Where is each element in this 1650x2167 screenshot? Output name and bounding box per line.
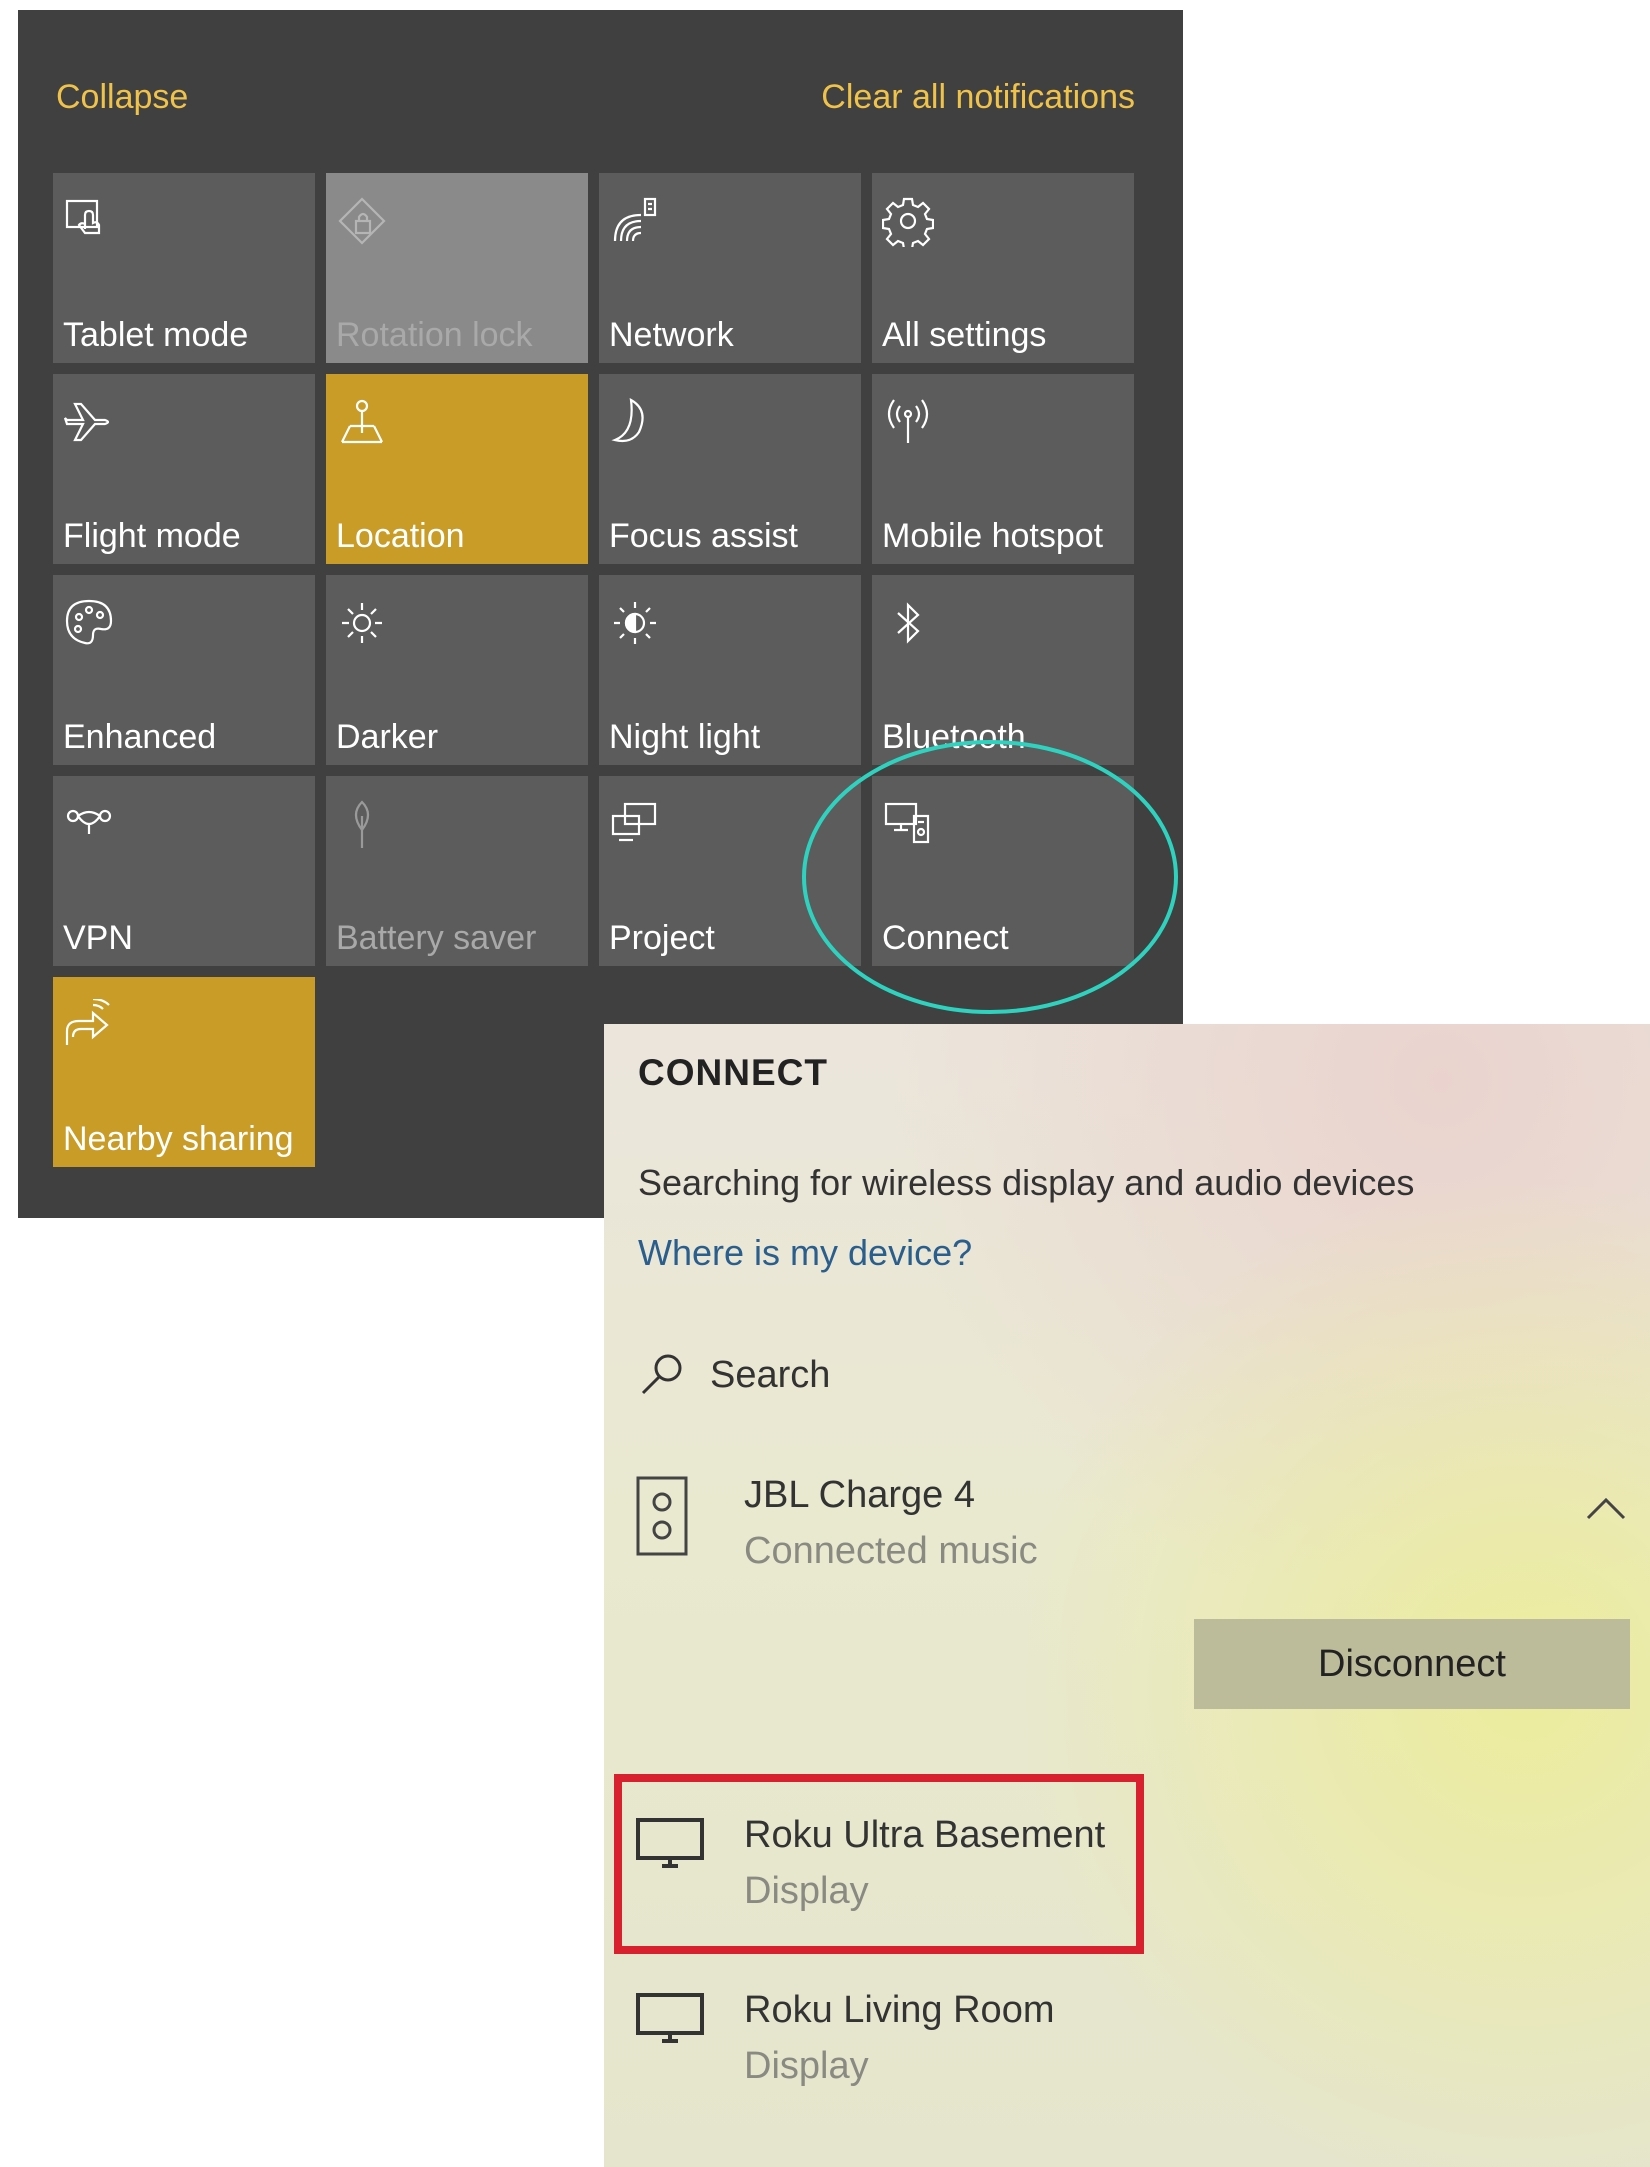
- tile-label: Project: [609, 919, 715, 957]
- tile-label: Darker: [336, 718, 439, 756]
- airplane-icon: [63, 396, 115, 448]
- moon-icon: [609, 396, 661, 448]
- connect-status-text: Searching for wireless display and audio…: [638, 1162, 1415, 1203]
- nearby-sharing-icon: [63, 999, 115, 1051]
- tile-label: Night light: [609, 718, 761, 756]
- tile-project[interactable]: Project: [599, 776, 861, 966]
- tile-label: Flight mode: [63, 517, 241, 555]
- gear-icon: [882, 195, 934, 247]
- tile-label: Focus assist: [609, 517, 798, 555]
- tile-label: Network: [609, 316, 734, 354]
- tile-label: Battery saver: [336, 919, 537, 957]
- connect-title: CONNECT: [638, 1052, 828, 1093]
- tile-mobile-hotspot[interactable]: Mobile hotspot: [872, 374, 1134, 564]
- monitor-icon: [636, 1818, 704, 1868]
- brightness-icon: [336, 597, 388, 649]
- tile-label: Tablet mode: [63, 316, 249, 354]
- tile-label: Mobile hotspot: [882, 517, 1104, 555]
- connect-icon: [882, 798, 934, 850]
- tile-nearby-sharing[interactable]: Nearby sharing: [53, 977, 315, 1167]
- tile-battery-saver[interactable]: Battery saver: [326, 776, 588, 966]
- chevron-up-icon[interactable]: [1584, 1494, 1628, 1524]
- night-light-icon: [609, 597, 661, 649]
- clear-all-notifications-link[interactable]: Clear all notifications: [821, 78, 1135, 117]
- device-item-jbl-charge-4[interactable]: JBL Charge 4 Connected music: [634, 1474, 1614, 1584]
- search-label: Search: [710, 1354, 831, 1396]
- bluetooth-icon: [882, 597, 934, 649]
- tile-label: All settings: [882, 316, 1047, 354]
- tile-label: Bluetooth: [882, 718, 1026, 756]
- tile-connect[interactable]: Connect: [872, 776, 1134, 966]
- collapse-link[interactable]: Collapse: [56, 78, 188, 117]
- tile-label: Nearby sharing: [63, 1120, 294, 1158]
- hotspot-icon: [882, 396, 934, 448]
- vpn-icon: [63, 798, 115, 850]
- tile-darker[interactable]: Darker: [326, 575, 588, 765]
- device-name: Roku Living Room: [744, 1989, 1055, 2031]
- device-type: Display: [744, 1870, 869, 1912]
- tile-label: Enhanced: [63, 718, 217, 756]
- device-item-roku-living-room[interactable]: Roku Living Room Display: [634, 1989, 1154, 2099]
- location-icon: [336, 396, 388, 448]
- palette-icon: [63, 597, 115, 649]
- tile-rotation-lock[interactable]: Rotation lock: [326, 173, 588, 363]
- device-item-roku-ultra-basement[interactable]: Roku Ultra Basement Display: [634, 1814, 1154, 1924]
- device-type: Display: [744, 2045, 869, 2087]
- tile-all-settings[interactable]: All settings: [872, 173, 1134, 363]
- rotation-lock-icon: [336, 195, 388, 247]
- monitor-icon: [636, 1993, 704, 2043]
- tile-enhanced[interactable]: Enhanced: [53, 575, 315, 765]
- connect-panel: CONNECT Searching for wireless display a…: [604, 1024, 1650, 2167]
- tile-bluetooth[interactable]: Bluetooth: [872, 575, 1134, 765]
- tile-label: Connect: [882, 919, 1009, 957]
- tile-flight-mode[interactable]: Flight mode: [53, 374, 315, 564]
- disconnect-button[interactable]: Disconnect: [1194, 1619, 1630, 1709]
- tile-network[interactable]: Network: [599, 173, 861, 363]
- tile-focus-assist[interactable]: Focus assist: [599, 374, 861, 564]
- tile-location[interactable]: Location: [326, 374, 588, 564]
- tablet-mode-icon: [63, 195, 115, 247]
- speaker-icon: [636, 1476, 688, 1556]
- tile-label: Rotation lock: [336, 316, 533, 354]
- battery-saver-icon: [336, 798, 388, 850]
- device-status: Connected music: [744, 1530, 1038, 1572]
- tile-night-light[interactable]: Night light: [599, 575, 861, 765]
- project-icon: [609, 798, 661, 850]
- tile-label: VPN: [63, 919, 133, 957]
- network-icon: [609, 195, 661, 247]
- tile-tablet-mode[interactable]: Tablet mode: [53, 173, 315, 363]
- where-is-my-device-link[interactable]: Where is my device?: [638, 1232, 972, 1274]
- search-icon: [641, 1354, 682, 1395]
- device-name: Roku Ultra Basement: [744, 1814, 1106, 1856]
- tile-vpn[interactable]: VPN: [53, 776, 315, 966]
- device-name: JBL Charge 4: [744, 1474, 975, 1516]
- tile-label: Location: [336, 517, 465, 555]
